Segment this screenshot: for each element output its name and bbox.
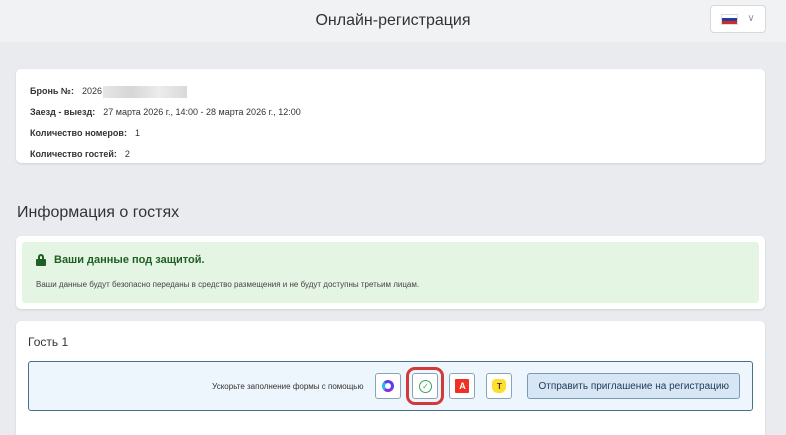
security-notice: Ваши данные под защитой. Ваши данные буд… [22,242,759,303]
booking-rooms-value: 1 [134,128,140,138]
language-selector[interactable]: ∨ [710,5,766,33]
booking-rooms-row: Количество номеров: 1 [30,123,751,144]
russia-flag-icon [721,13,739,25]
autofill-service-2-button[interactable]: ✓ [406,367,445,405]
shield-logo-icon: T [492,379,507,393]
booking-dates-label: Заезд - выезд: [30,107,96,117]
booking-number-label: Бронь №: [30,86,74,96]
autofill-service-1-button[interactable] [375,373,402,399]
send-invitation-button[interactable]: Отправить приглашение на регистрацию [527,373,740,399]
security-text: Ваши данные будут безопасно переданы в с… [36,280,420,289]
booking-rooms-label: Количество номеров: [30,128,127,138]
security-notice-card: Ваши данные под защитой. Ваши данные буд… [16,236,765,309]
guest-card: Гость 1 Ускорьте заполнение формы с помо… [16,321,765,435]
booking-guests-label: Количество гостей: [30,149,117,159]
page-title: Онлайн-регистрация [315,12,471,29]
chevron-down-icon: ∨ [747,13,755,24]
page-header: Онлайн-регистрация ∨ [0,0,786,42]
security-title: Ваши данные под защитой. [54,254,205,266]
booking-guests-value: 2 [124,149,130,159]
alfa-logo-icon: A [455,379,470,393]
autofill-panel: Ускорьте заполнение формы с помощью ✓ A … [28,361,753,411]
redacted-block [103,85,187,98]
lock-icon [36,254,46,266]
booking-number-row: Бронь №: 2026 [30,81,751,102]
guests-section-title: Информация о гостях [17,204,180,221]
check-circle-icon: ✓ [418,379,432,393]
booking-summary-card: Бронь №: 2026 Заезд - выезд: 27 марта 20… [16,69,765,163]
booking-guests-row: Количество гостей: 2 [30,144,751,165]
autofill-service-4-button[interactable]: T [486,373,513,399]
guest-title: Гость 1 [28,335,69,349]
autofill-service-3-button[interactable]: A [449,373,476,399]
security-notice-heading: Ваши данные под защитой. [36,254,745,266]
booking-dates-row: Заезд - выезд: 27 марта 2026 г., 14:00 -… [30,102,751,123]
booking-dates-value: 27 марта 2026 г., 14:00 - 28 марта 2026 … [103,107,301,117]
autofill-label: Ускорьте заполнение формы с помощью [212,381,364,391]
ring-logo-icon [382,380,395,392]
booking-number-value: 2026 [81,86,102,96]
